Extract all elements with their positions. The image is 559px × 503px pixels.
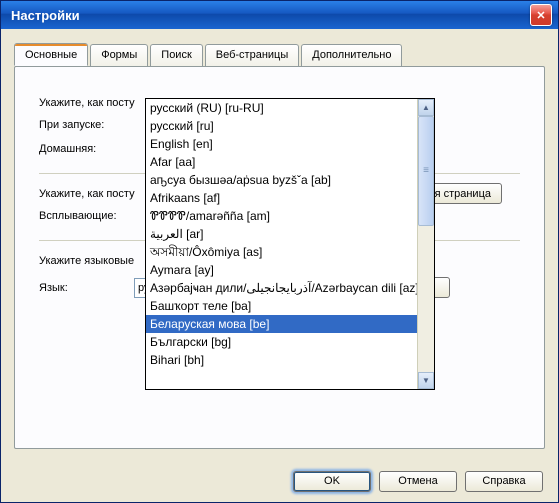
- dropdown-item[interactable]: Aymara [ay]: [146, 261, 417, 279]
- dropdown-item[interactable]: العربية [ar]: [146, 225, 417, 243]
- window-title: Настройки: [11, 8, 530, 23]
- titlebar[interactable]: Настройки ✕: [1, 1, 558, 29]
- tab-advanced[interactable]: Дополнительно: [301, 44, 402, 66]
- tab-webpages[interactable]: Веб-страницы: [205, 44, 300, 66]
- dropdown-item[interactable]: Башҡорт теле [ba]: [146, 297, 417, 315]
- dropdown-item[interactable]: Afar [aa]: [146, 153, 417, 171]
- scrollbar[interactable]: ▲ ▼: [417, 99, 434, 389]
- button-label: Справка: [482, 475, 525, 487]
- scroll-down-button[interactable]: ▼: [418, 372, 434, 389]
- dropdown-item[interactable]: অসমীয়া/Ôxômiya [as]: [146, 243, 417, 261]
- button-label: Отмена: [398, 475, 437, 487]
- language-label: Язык:: [39, 282, 134, 294]
- client-area: Основные Формы Поиск Веб-страницы Дополн…: [2, 30, 557, 501]
- settings-dialog: Настройки ✕ Основные Формы Поиск Веб-стр…: [0, 0, 559, 503]
- popups-label: Всплывающие:: [39, 210, 134, 222]
- tab-label: Основные: [25, 49, 77, 61]
- tab-label: Формы: [101, 49, 137, 61]
- dropdown-item[interactable]: Беларуская мова [be]: [146, 315, 417, 333]
- dropdown-item[interactable]: English [en]: [146, 135, 417, 153]
- dropdown-item[interactable]: Bihari [bh]: [146, 351, 417, 369]
- tab-label: Веб-страницы: [216, 49, 289, 61]
- scroll-up-button[interactable]: ▲: [418, 99, 434, 116]
- cancel-button[interactable]: Отмена: [379, 471, 457, 492]
- tab-main[interactable]: Основные: [14, 43, 88, 66]
- tab-label: Поиск: [161, 49, 191, 61]
- dropdown-item[interactable]: Български [bg]: [146, 333, 417, 351]
- dropdown-item[interactable]: русский (RU) [ru-RU]: [146, 99, 417, 117]
- language-dropdown-list[interactable]: русский (RU) [ru-RU]русский [ru]English …: [145, 98, 435, 390]
- dropdown-items: русский (RU) [ru-RU]русский [ru]English …: [146, 99, 417, 389]
- scroll-thumb[interactable]: [418, 116, 434, 226]
- button-label: OK: [324, 475, 340, 487]
- button-label: ая страница: [428, 188, 491, 200]
- ok-button[interactable]: OK: [293, 471, 371, 492]
- tab-forms[interactable]: Формы: [90, 44, 148, 66]
- home-label: Домашняя:: [39, 143, 134, 155]
- dropdown-item[interactable]: Afrikaans [af]: [146, 189, 417, 207]
- dropdown-item[interactable]: русский [ru]: [146, 117, 417, 135]
- dialog-buttons: OK Отмена Справка: [2, 461, 557, 501]
- tab-label: Дополнительно: [312, 49, 391, 61]
- scroll-track[interactable]: [418, 116, 434, 372]
- dropdown-item[interactable]: Азәрбајҹан дили/آذربایجانجیلی/Azərbaycan…: [146, 279, 417, 297]
- tab-search[interactable]: Поиск: [150, 44, 202, 66]
- close-button[interactable]: ✕: [530, 4, 552, 26]
- dropdown-item[interactable]: аҧсуа бызшәа/aṗsua byzšˇa [ab]: [146, 171, 417, 189]
- tab-strip: Основные Формы Поиск Веб-страницы Дополн…: [14, 44, 402, 66]
- dropdown-item[interactable]: ᏈᏈᏈᏈ/amarəñña [am]: [146, 207, 417, 225]
- help-button[interactable]: Справка: [465, 471, 543, 492]
- startup-label: При запуске:: [39, 119, 134, 131]
- close-icon: ✕: [536, 9, 545, 22]
